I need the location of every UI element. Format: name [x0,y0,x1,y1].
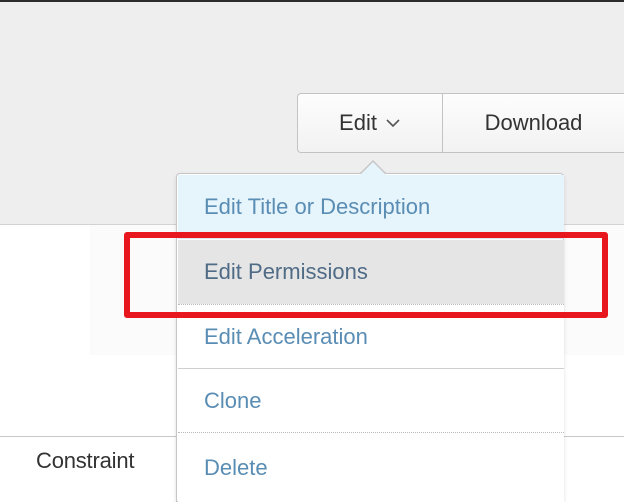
download-button[interactable]: Download [442,93,624,153]
menu-item-edit-permissions[interactable]: Edit Permissions [178,240,564,304]
menu-item-label: Edit Permissions [204,259,368,284]
menu-item-label: Clone [204,387,262,413]
chevron-down-icon [386,119,400,128]
constraint-label: Constraint [36,448,135,473]
edit-button[interactable]: Edit [297,93,442,153]
menu-item-edit-acceleration[interactable]: Edit Acceleration [178,304,564,368]
edit-button-label: Edit [339,110,377,135]
menu-item-edit-title-or-description[interactable]: Edit Title or Description [178,175,564,239]
action-button-group: Edit Download [297,93,624,153]
page: Constraint Edit Download Edit Title or D… [0,0,624,502]
menu-item-clone[interactable]: Clone [178,368,564,432]
menu-item-delete[interactable]: Delete [178,432,564,502]
menu-item-label: Edit Title or Description [204,193,431,219]
edit-dropdown-menu: Edit Title or Description Edit Permissio… [176,173,564,502]
menu-item-label: Delete [204,454,268,480]
dropdown-pointer-fill [360,162,386,175]
download-button-label: Download [484,110,583,135]
menu-item-label: Edit Acceleration [204,323,368,349]
